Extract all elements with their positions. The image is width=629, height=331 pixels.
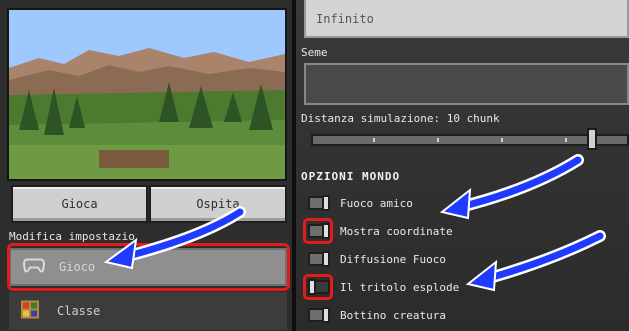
slider-tick	[437, 138, 439, 142]
slider-handle[interactable]	[587, 128, 597, 150]
category-class-label: Classe	[57, 304, 101, 318]
left-panel: Gioca Ospita Modifica impostazio Gioco C…	[0, 0, 293, 331]
slider-tick	[373, 138, 375, 142]
slider-tick	[565, 138, 567, 142]
seed-input[interactable]	[304, 63, 629, 105]
toggle-switch[interactable]	[308, 195, 330, 211]
world-type-field[interactable]: Infinito	[304, 0, 629, 38]
slider-tick	[501, 138, 503, 142]
toggle-knob	[322, 307, 330, 323]
toggle-switch[interactable]	[308, 307, 330, 323]
category-class[interactable]: Classe	[9, 292, 287, 330]
option-label: Mostra coordinate	[340, 224, 453, 238]
right-panel: Infinito Seme Distanza simulazione: 10 c…	[296, 0, 629, 331]
option-label: Diffusione Fuoco	[340, 252, 446, 266]
simulation-distance-label: Distanza simulazione: 10 chunk	[301, 112, 500, 125]
option-fire-spreads: Diffusione Fuoco	[308, 250, 446, 268]
option-mob-loot: Bottino creatura	[308, 306, 446, 324]
toggle-knob	[322, 195, 330, 211]
world-options-title: OPZIONI MONDO	[301, 170, 401, 183]
toggle-knob	[322, 251, 330, 267]
class-icon	[21, 300, 39, 322]
seed-label: Seme	[301, 46, 328, 59]
option-label: Fuoco amico	[340, 196, 413, 210]
option-friendly-fire: Fuoco amico	[308, 194, 413, 212]
option-label: Bottino creatura	[340, 308, 446, 322]
highlight-box	[7, 243, 290, 291]
highlight-box	[303, 274, 333, 300]
host-button[interactable]: Ospita	[149, 185, 287, 223]
toggle-switch[interactable]	[308, 251, 330, 267]
modify-settings-label: Modifica impostazio	[9, 230, 135, 243]
highlight-box	[303, 218, 333, 244]
simulation-distance-slider[interactable]	[311, 134, 629, 146]
play-button[interactable]: Gioca	[11, 185, 148, 223]
option-label: Il tritolo esplode	[340, 280, 460, 294]
world-preview-image	[7, 8, 287, 181]
